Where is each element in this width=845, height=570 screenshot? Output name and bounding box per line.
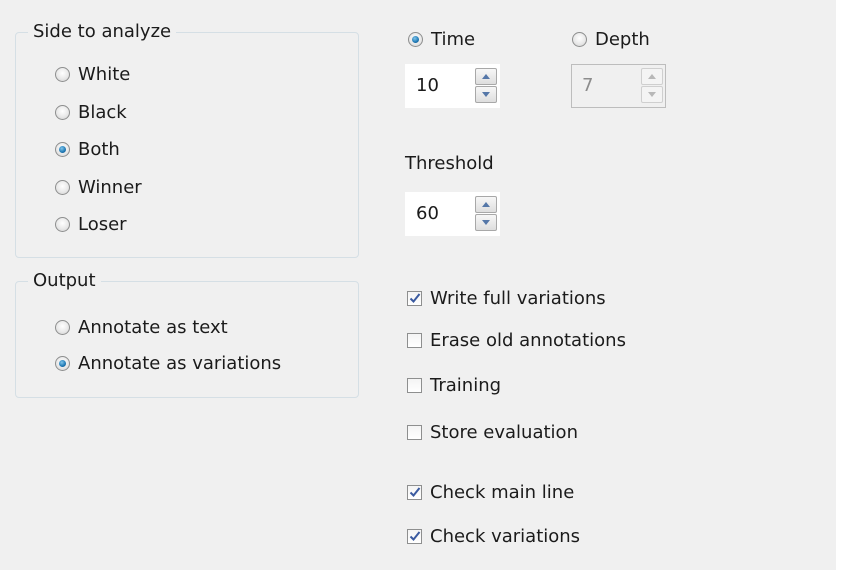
checkbox-training[interactable]: Training — [407, 372, 501, 398]
radio-time[interactable]: Time — [408, 26, 475, 52]
spin-up-button[interactable] — [641, 68, 663, 85]
threshold-spinner[interactable]: 60 — [405, 192, 500, 236]
threshold-value[interactable]: 60 — [416, 193, 439, 235]
side-to-analyze-title: Side to analyze — [28, 20, 177, 44]
spin-buttons — [475, 196, 497, 232]
spin-buttons — [641, 68, 663, 104]
checkbox-erase-old-annotations[interactable]: Erase old annotations — [407, 327, 626, 353]
checkbox-label: Erase old annotations — [430, 329, 626, 351]
radio-side-black[interactable]: Black — [55, 99, 127, 125]
radio-label: Annotate as variations — [78, 352, 282, 374]
spin-buttons — [475, 68, 497, 104]
radio-button[interactable] — [55, 355, 70, 371]
radio-depth[interactable]: Depth — [572, 26, 650, 52]
spin-up-button[interactable] — [475, 196, 497, 213]
radio-label: Annotate as text — [78, 316, 228, 338]
depth-spinner[interactable]: 7 — [571, 64, 666, 108]
triangle-up-icon — [648, 74, 656, 79]
analysis-options-panel: Side to analyze White Black Both Winner … — [0, 0, 836, 570]
output-title: Output — [28, 269, 101, 293]
radio-annotate-text[interactable]: Annotate as text — [55, 314, 228, 340]
radio-button[interactable] — [55, 104, 70, 120]
checkbox[interactable] — [407, 290, 422, 306]
time-value[interactable]: 10 — [416, 65, 439, 107]
checkbox[interactable] — [407, 377, 422, 393]
checkbox[interactable] — [407, 424, 422, 440]
checkbox-label: Write full variations — [430, 287, 606, 309]
checkbox[interactable] — [407, 528, 422, 544]
radio-button[interactable] — [55, 216, 70, 232]
radio-side-both[interactable]: Both — [55, 136, 120, 162]
checkbox-label: Store evaluation — [430, 421, 578, 443]
checkbox[interactable] — [407, 484, 422, 500]
triangle-down-icon — [482, 220, 490, 225]
checkmark-icon — [409, 487, 420, 497]
checkbox-store-evaluation[interactable]: Store evaluation — [407, 419, 578, 445]
radio-annotate-variations[interactable]: Annotate as variations — [55, 350, 281, 376]
checkbox[interactable] — [407, 332, 422, 348]
checkbox-check-variations[interactable]: Check variations — [407, 523, 580, 549]
radio-label: White — [78, 63, 131, 85]
spin-down-button[interactable] — [475, 86, 497, 103]
depth-value[interactable]: 7 — [582, 65, 593, 107]
checkbox-label: Check variations — [430, 525, 581, 547]
checkbox-write-full-variations[interactable]: Write full variations — [407, 285, 606, 311]
radio-button[interactable] — [408, 31, 423, 47]
radio-side-winner[interactable]: Winner — [55, 174, 142, 200]
threshold-label: Threshold — [405, 153, 494, 174]
triangle-down-icon — [482, 92, 490, 97]
checkmark-icon — [409, 531, 420, 541]
radio-label: Winner — [78, 176, 142, 198]
radio-label: Time — [431, 28, 476, 50]
triangle-down-icon — [648, 92, 656, 97]
radio-button[interactable] — [572, 31, 587, 47]
triangle-up-icon — [482, 202, 490, 207]
checkbox-check-main-line[interactable]: Check main line — [407, 479, 574, 505]
time-spinner[interactable]: 10 — [405, 64, 500, 108]
spin-down-button[interactable] — [641, 86, 663, 103]
spin-up-button[interactable] — [475, 68, 497, 85]
radio-label: Depth — [595, 28, 650, 50]
radio-side-loser[interactable]: Loser — [55, 211, 127, 237]
radio-label: Both — [78, 138, 120, 160]
radio-label: Loser — [78, 213, 127, 235]
spin-down-button[interactable] — [475, 214, 497, 231]
radio-button[interactable] — [55, 179, 70, 195]
radio-label: Black — [78, 101, 127, 123]
checkbox-label: Check main line — [430, 481, 575, 503]
radio-button[interactable] — [55, 66, 70, 82]
triangle-up-icon — [482, 74, 490, 79]
radio-button[interactable] — [55, 141, 70, 157]
radio-side-white[interactable]: White — [55, 61, 130, 87]
radio-button[interactable] — [55, 319, 70, 335]
checkmark-icon — [409, 293, 420, 303]
checkbox-label: Training — [430, 374, 502, 396]
